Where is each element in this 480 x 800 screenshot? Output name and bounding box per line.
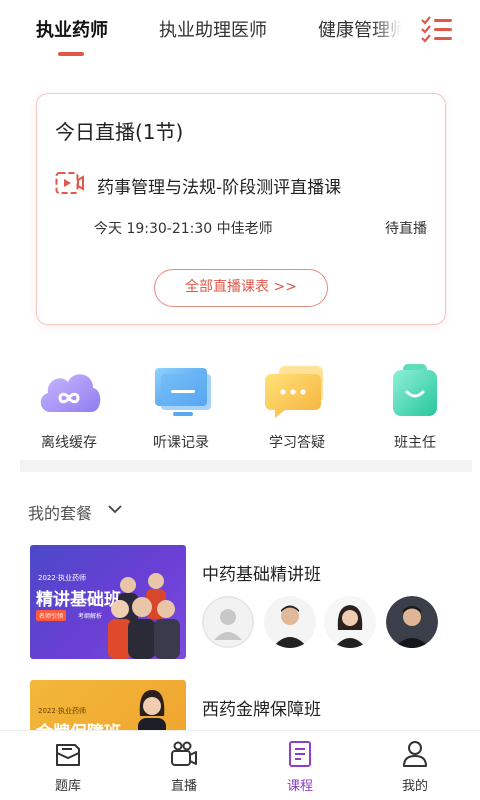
listening-record-button[interactable]: 听课记录 — [126, 360, 236, 452]
thumb-year: 2022·执业药师 — [38, 707, 87, 715]
tab-licensed-pharmacist[interactable]: 执业药师 — [36, 16, 108, 42]
package-title[interactable]: 中药基础精讲班 — [202, 560, 321, 585]
profile-icon — [400, 739, 430, 769]
live-card-title: 今日直播(1节) — [55, 120, 184, 144]
all-live-schedule-button[interactable]: 全部直播课表 >> — [154, 269, 328, 307]
thumb-tag: 名师引领 — [36, 610, 67, 621]
my-packages-heading[interactable]: 我的套餐 — [28, 500, 92, 524]
nav-question-bank[interactable]: 题库 — [28, 739, 108, 794]
teacher-avatar — [324, 596, 376, 648]
tab-assistant-physician[interactable]: 执业助理医师 — [159, 16, 267, 42]
live-time-teacher: 今天 19:30-21:30 中佳老师 — [94, 221, 273, 237]
active-tab-indicator — [58, 52, 84, 56]
head-teacher-button[interactable]: 班主任 — [360, 360, 470, 452]
video-icon — [55, 171, 85, 195]
teachers-group-image — [98, 563, 184, 659]
head-teacher-label: 班主任 — [394, 435, 436, 451]
listening-record-label: 听课记录 — [153, 435, 209, 451]
course-book-icon — [285, 739, 315, 769]
package-title[interactable]: 西药金牌保障班 — [202, 695, 321, 720]
teacher-avatar — [264, 596, 316, 648]
live-course-name[interactable]: 药事管理与法规-阶段测评直播课 — [97, 173, 341, 198]
offline-cache-button[interactable]: 离线缓存 — [14, 360, 124, 452]
nav-label: 课程 — [286, 779, 313, 794]
teacher-avatar-placeholder — [202, 596, 254, 648]
nav-label: 直播 — [170, 779, 197, 794]
chat-bubble-icon — [261, 360, 333, 424]
nav-label: 我的 — [401, 779, 428, 794]
top-tab-bar: 执业药师 执业助理医师 健康管理师 — [0, 0, 480, 62]
live-camera-icon — [169, 739, 199, 769]
cloud-icon — [33, 360, 105, 424]
package-thumbnail[interactable]: 2022·执业药师 精讲基础班 名师引领 考纲解析 — [30, 545, 186, 659]
nav-label: 题库 — [54, 779, 81, 794]
chevron-down-icon[interactable] — [106, 500, 124, 518]
study-qa-button[interactable]: 学习答疑 — [242, 360, 352, 452]
offline-cache-label: 离线缓存 — [41, 435, 97, 451]
today-live-card: 今日直播(1节) 药事管理与法规-阶段测评直播课 今天 19:30-21:30 … — [36, 93, 446, 325]
live-status-badge: 待直播 — [385, 221, 427, 237]
head-teacher-icon — [379, 360, 451, 424]
nav-profile[interactable]: 我的 — [375, 739, 455, 794]
study-qa-label: 学习答疑 — [269, 435, 325, 451]
thumb-year: 2022·执业药师 — [38, 574, 87, 582]
nav-live[interactable]: 直播 — [144, 739, 224, 794]
monitor-icon — [145, 360, 217, 424]
section-divider — [20, 460, 472, 472]
teacher-avatar — [386, 596, 438, 648]
nav-course[interactable]: 课程 — [260, 739, 340, 794]
question-bank-icon — [53, 739, 83, 769]
bottom-nav-bar: 题库 直播 课程 我的 — [0, 730, 480, 800]
list-menu-icon[interactable] — [418, 14, 456, 46]
tab-fade-overlay — [372, 10, 412, 46]
